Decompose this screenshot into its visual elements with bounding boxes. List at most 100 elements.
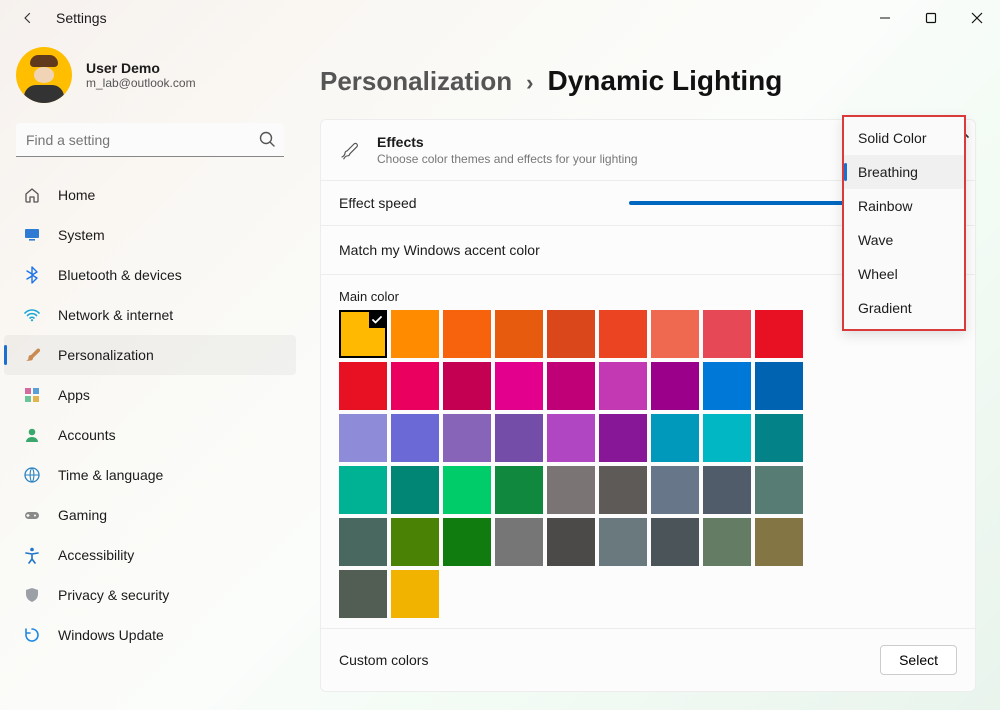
- maximize-icon: [925, 12, 937, 24]
- effects-option-gradient[interactable]: Gradient: [844, 291, 964, 325]
- color-swatch[interactable]: [547, 518, 595, 566]
- sidebar-item-label: Accounts: [58, 427, 116, 443]
- avatar: [16, 47, 72, 103]
- color-swatch[interactable]: [651, 362, 699, 410]
- sidebar-item-windows-update[interactable]: Windows Update: [0, 615, 300, 655]
- maximize-button[interactable]: [908, 0, 954, 35]
- select-color-button[interactable]: Select: [880, 645, 957, 675]
- color-swatch[interactable]: [495, 414, 543, 462]
- effects-option-breathing[interactable]: Breathing: [844, 155, 964, 189]
- color-swatch[interactable]: [391, 466, 439, 514]
- color-swatch[interactable]: [755, 466, 803, 514]
- color-swatch[interactable]: [339, 466, 387, 514]
- color-swatch[interactable]: [547, 466, 595, 514]
- custom-colors-label: Custom colors: [339, 652, 428, 668]
- color-swatch[interactable]: [443, 518, 491, 566]
- color-swatch[interactable]: [651, 518, 699, 566]
- minimize-icon: [879, 12, 891, 24]
- color-swatch[interactable]: [755, 518, 803, 566]
- sidebar-item-label: Privacy & security: [58, 587, 169, 603]
- sidebar-item-personalization[interactable]: Personalization: [4, 335, 296, 375]
- color-grid: [339, 310, 803, 618]
- effects-option-solid-color[interactable]: Solid Color: [844, 121, 964, 155]
- color-swatch[interactable]: [495, 466, 543, 514]
- minimize-button[interactable]: [862, 0, 908, 35]
- profile-email: m_lab@outlook.com: [86, 76, 196, 90]
- sidebar-item-bluetooth-devices[interactable]: Bluetooth & devices: [0, 255, 300, 295]
- effects-option-wheel[interactable]: Wheel: [844, 257, 964, 291]
- search-field[interactable]: [16, 123, 284, 157]
- color-swatch[interactable]: [703, 310, 751, 358]
- color-swatch[interactable]: [391, 362, 439, 410]
- color-swatch[interactable]: [495, 518, 543, 566]
- color-swatch[interactable]: [651, 414, 699, 462]
- profile-block[interactable]: User Demo m_lab@outlook.com: [0, 41, 300, 123]
- color-swatch[interactable]: [651, 466, 699, 514]
- color-swatch[interactable]: [443, 310, 491, 358]
- color-swatch[interactable]: [443, 362, 491, 410]
- color-swatch[interactable]: [495, 362, 543, 410]
- search-input[interactable]: [16, 123, 284, 157]
- sidebar-item-accessibility[interactable]: Accessibility: [0, 535, 300, 575]
- sidebar-item-network-internet[interactable]: Network & internet: [0, 295, 300, 335]
- effects-option-rainbow[interactable]: Rainbow: [844, 189, 964, 223]
- color-swatch[interactable]: [755, 310, 803, 358]
- color-swatch[interactable]: [443, 466, 491, 514]
- color-swatch[interactable]: [703, 518, 751, 566]
- color-swatch[interactable]: [651, 310, 699, 358]
- color-swatch[interactable]: [547, 414, 595, 462]
- wifi-icon: [22, 305, 42, 325]
- sidebar-item-apps[interactable]: Apps: [0, 375, 300, 415]
- sidebar-item-system[interactable]: System: [0, 215, 300, 255]
- sidebar-item-accounts[interactable]: Accounts: [0, 415, 300, 455]
- color-swatch[interactable]: [391, 414, 439, 462]
- color-swatch[interactable]: [703, 414, 751, 462]
- profile-name: User Demo: [86, 60, 196, 76]
- sidebar-item-home[interactable]: Home: [0, 175, 300, 215]
- color-swatch[interactable]: [703, 466, 751, 514]
- color-swatch[interactable]: [443, 414, 491, 462]
- color-swatch[interactable]: [599, 414, 647, 462]
- color-swatch[interactable]: [339, 310, 387, 358]
- color-swatch[interactable]: [391, 570, 439, 618]
- gamepad-icon: [22, 505, 42, 525]
- color-swatch[interactable]: [547, 362, 595, 410]
- grid-icon: [22, 385, 42, 405]
- color-swatch[interactable]: [547, 310, 595, 358]
- brush-icon: [339, 140, 359, 160]
- color-swatch[interactable]: [495, 310, 543, 358]
- breadcrumb-current: Dynamic Lighting: [547, 65, 782, 97]
- sidebar-item-privacy-security[interactable]: Privacy & security: [0, 575, 300, 615]
- color-swatch[interactable]: [755, 362, 803, 410]
- color-swatch[interactable]: [339, 570, 387, 618]
- sidebar-item-label: Time & language: [58, 467, 163, 483]
- breadcrumb-parent[interactable]: Personalization: [320, 66, 512, 97]
- effects-option-wave[interactable]: Wave: [844, 223, 964, 257]
- color-swatch[interactable]: [339, 414, 387, 462]
- sidebar-item-label: Personalization: [58, 347, 154, 363]
- window-title: Settings: [56, 10, 107, 26]
- color-swatch[interactable]: [599, 518, 647, 566]
- bluetooth-icon: [22, 265, 42, 285]
- person-icon: [22, 425, 42, 445]
- color-swatch[interactable]: [391, 518, 439, 566]
- color-swatch[interactable]: [599, 362, 647, 410]
- brush-icon: [22, 345, 42, 365]
- check-icon: [369, 312, 385, 328]
- sidebar-item-gaming[interactable]: Gaming: [0, 495, 300, 535]
- back-button[interactable]: [16, 6, 40, 30]
- color-swatch[interactable]: [755, 414, 803, 462]
- window-titlebar: Settings: [0, 0, 1000, 35]
- color-swatch[interactable]: [339, 362, 387, 410]
- color-swatch[interactable]: [599, 466, 647, 514]
- close-button[interactable]: [954, 0, 1000, 35]
- accessibility-icon: [22, 545, 42, 565]
- color-swatch[interactable]: [599, 310, 647, 358]
- monitor-icon: [22, 225, 42, 245]
- color-swatch[interactable]: [391, 310, 439, 358]
- color-swatch[interactable]: [339, 518, 387, 566]
- effects-subtitle: Choose color themes and effects for your…: [377, 152, 638, 166]
- color-swatch[interactable]: [703, 362, 751, 410]
- nav-list: HomeSystemBluetooth & devicesNetwork & i…: [0, 175, 300, 655]
- sidebar-item-time-language[interactable]: Time & language: [0, 455, 300, 495]
